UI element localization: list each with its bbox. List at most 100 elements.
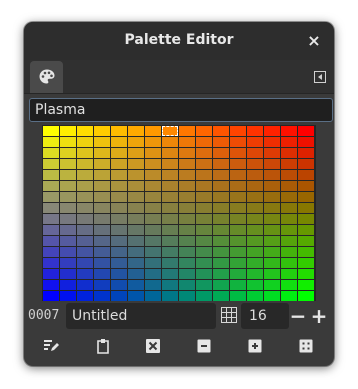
color-swatch[interactable] [111, 236, 127, 246]
color-swatch[interactable] [179, 269, 195, 279]
color-swatch[interactable] [94, 225, 110, 235]
color-swatch[interactable] [230, 258, 246, 268]
color-swatch[interactable] [281, 126, 297, 136]
color-swatch[interactable] [162, 181, 178, 191]
color-swatch[interactable] [111, 247, 127, 257]
color-swatch[interactable] [43, 247, 59, 257]
color-swatch[interactable] [128, 137, 144, 147]
color-swatch[interactable] [196, 181, 212, 191]
color-swatch[interactable] [196, 170, 212, 180]
color-swatch[interactable] [196, 159, 212, 169]
color-swatch[interactable] [145, 148, 161, 158]
color-swatch[interactable] [145, 269, 161, 279]
color-swatch[interactable] [213, 280, 229, 290]
columns-decrement-button[interactable]: − [289, 303, 307, 329]
color-swatch[interactable] [145, 247, 161, 257]
color-swatch[interactable] [179, 258, 195, 268]
color-swatch[interactable] [77, 280, 93, 290]
color-swatch[interactable] [111, 148, 127, 158]
color-swatch[interactable] [43, 126, 59, 136]
edit-color-button[interactable] [42, 337, 60, 355]
close-button[interactable]: × [304, 31, 324, 51]
color-swatch[interactable] [60, 170, 76, 180]
color-swatch[interactable] [94, 280, 110, 290]
color-swatch[interactable] [43, 192, 59, 202]
color-swatch[interactable] [43, 214, 59, 224]
color-swatch[interactable] [179, 203, 195, 213]
color-swatch[interactable] [196, 225, 212, 235]
color-swatch[interactable] [196, 203, 212, 213]
columns-increment-button[interactable]: + [310, 303, 328, 329]
color-swatch[interactable] [60, 192, 76, 202]
color-swatch[interactable] [77, 203, 93, 213]
color-swatch[interactable] [281, 181, 297, 191]
color-swatch[interactable] [77, 148, 93, 158]
color-swatch[interactable] [43, 291, 59, 301]
new-from-fg-button[interactable] [94, 337, 112, 355]
color-swatch[interactable] [264, 203, 280, 213]
color-swatch[interactable] [128, 236, 144, 246]
color-swatch[interactable] [77, 137, 93, 147]
color-swatch[interactable] [162, 214, 178, 224]
color-swatch[interactable] [230, 236, 246, 246]
color-swatch[interactable] [298, 148, 314, 158]
color-swatch[interactable] [264, 236, 280, 246]
color-swatch[interactable] [43, 181, 59, 191]
color-swatch[interactable] [128, 225, 144, 235]
color-swatch[interactable] [162, 126, 178, 136]
color-swatch[interactable] [111, 269, 127, 279]
color-swatch[interactable] [60, 291, 76, 301]
color-swatch[interactable] [213, 148, 229, 158]
color-swatch[interactable] [264, 159, 280, 169]
color-swatch[interactable] [111, 214, 127, 224]
color-swatch[interactable] [213, 126, 229, 136]
color-swatch[interactable] [264, 170, 280, 180]
color-swatch[interactable] [281, 258, 297, 268]
color-swatch[interactable] [298, 247, 314, 257]
color-swatch[interactable] [60, 203, 76, 213]
color-swatch[interactable] [77, 214, 93, 224]
color-swatch[interactable] [43, 137, 59, 147]
color-swatch[interactable] [213, 181, 229, 191]
color-swatch[interactable] [94, 192, 110, 202]
color-swatch[interactable] [213, 247, 229, 257]
color-swatch[interactable] [230, 203, 246, 213]
color-swatch[interactable] [230, 159, 246, 169]
color-swatch[interactable] [111, 137, 127, 147]
color-swatch[interactable] [145, 137, 161, 147]
color-swatch[interactable] [281, 247, 297, 257]
color-swatch[interactable] [145, 258, 161, 268]
color-swatch[interactable] [145, 181, 161, 191]
color-swatch[interactable] [145, 192, 161, 202]
color-swatch[interactable] [230, 280, 246, 290]
zoom-out-button[interactable] [195, 337, 213, 355]
color-swatch[interactable] [230, 269, 246, 279]
columns-field[interactable]: 16 [241, 303, 289, 329]
color-swatch[interactable] [111, 291, 127, 301]
color-swatch[interactable] [298, 192, 314, 202]
color-swatch[interactable] [298, 159, 314, 169]
color-swatch[interactable] [94, 247, 110, 257]
color-swatch[interactable] [281, 280, 297, 290]
color-swatch[interactable] [162, 225, 178, 235]
color-swatch[interactable] [230, 170, 246, 180]
color-swatch[interactable] [60, 247, 76, 257]
color-swatch[interactable] [298, 269, 314, 279]
color-swatch[interactable] [179, 159, 195, 169]
color-swatch[interactable] [77, 236, 93, 246]
color-swatch[interactable] [213, 258, 229, 268]
color-swatch[interactable] [298, 214, 314, 224]
color-swatch[interactable] [264, 137, 280, 147]
tab-menu-icon[interactable] [314, 71, 326, 83]
color-swatch[interactable] [60, 214, 76, 224]
color-swatch[interactable] [94, 214, 110, 224]
palette-swatch-grid[interactable] [42, 125, 316, 301]
color-swatch[interactable] [162, 137, 178, 147]
color-swatch[interactable] [247, 170, 263, 180]
color-swatch[interactable] [179, 247, 195, 257]
color-swatch[interactable] [128, 148, 144, 158]
color-swatch[interactable] [196, 148, 212, 158]
color-swatch[interactable] [281, 269, 297, 279]
color-swatch[interactable] [128, 192, 144, 202]
color-swatch[interactable] [196, 126, 212, 136]
